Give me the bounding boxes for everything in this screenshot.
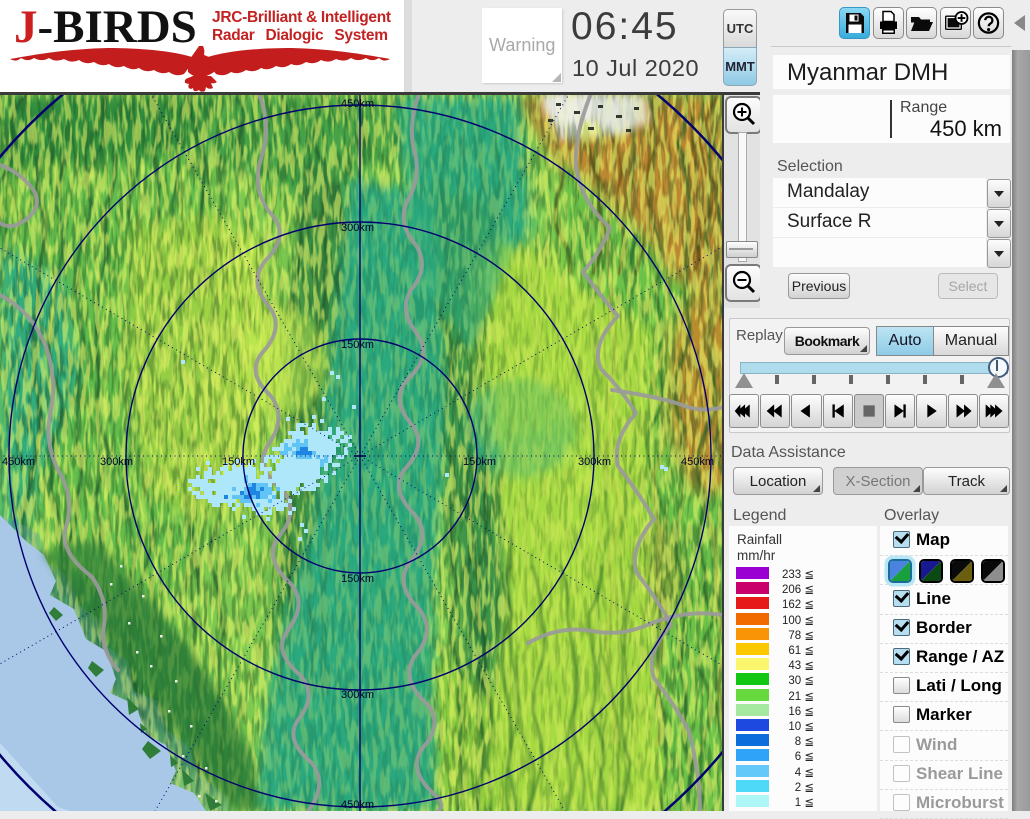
- svg-text:150km: 150km: [341, 339, 374, 351]
- svg-text:300km: 300km: [341, 689, 374, 701]
- svg-text:150km: 150km: [341, 573, 374, 585]
- svg-text:300km: 300km: [341, 222, 374, 234]
- svg-text:450km: 450km: [681, 456, 714, 468]
- svg-text:300km: 300km: [100, 456, 133, 468]
- svg-text:450km: 450km: [341, 98, 374, 110]
- svg-text:150km: 150km: [463, 456, 496, 468]
- svg-text:150km: 150km: [222, 456, 255, 468]
- svg-text:450km: 450km: [341, 799, 374, 811]
- svg-text:450km: 450km: [2, 456, 35, 468]
- svg-text:300km: 300km: [578, 456, 611, 468]
